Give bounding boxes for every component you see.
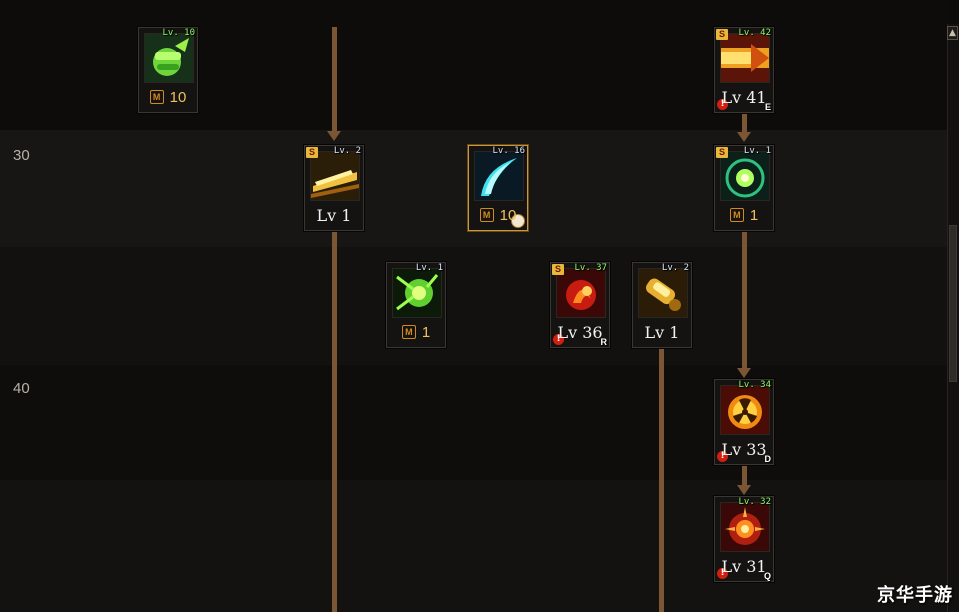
s-badge: S <box>552 264 564 275</box>
cyan-slash-icon <box>474 151 524 201</box>
scroll-up-arrow-icon[interactable]: ▲ <box>947 26 958 40</box>
skill-bottom-value: 1 <box>749 206 759 224</box>
orange-beam-icon <box>720 33 770 83</box>
m-icon: M <box>729 208 744 222</box>
skill-level-tag: Lv. 16 <box>492 146 525 156</box>
green-orb-icon <box>720 151 770 201</box>
skill-bottom-value: 10 <box>169 88 187 106</box>
skill-cost: M1 <box>715 202 773 228</box>
skill-slot[interactable]: Lv. 34 ! D Lv 33 <box>714 379 774 465</box>
skill-connector <box>659 349 664 612</box>
skill-cost: M 10 <box>469 202 527 228</box>
skill-bottom-value: 10 <box>499 206 517 224</box>
skill-cost: M1 <box>387 319 445 345</box>
skill-level-tag: Lv. 2 <box>661 263 689 273</box>
skill-cost: M 10 <box>139 84 197 110</box>
skill-slot[interactable]: S Lv. 42 ! E Lv 41 <box>714 27 774 113</box>
skill-bottom-value: 1 <box>421 323 431 341</box>
green-fist-icon <box>144 33 194 83</box>
row-band <box>0 480 948 612</box>
skill-bottom-value: Lv 1 <box>644 322 680 342</box>
row-band <box>0 365 948 480</box>
gold-blade-icon <box>310 151 360 201</box>
m-icon: M <box>401 325 416 339</box>
skill-slot[interactable]: Lv. 1 M1 <box>386 262 446 348</box>
skill-connector <box>742 466 747 486</box>
skill-bottom-value: Lv 33 <box>721 439 767 459</box>
radiation-icon <box>720 385 770 435</box>
red-flame-icon <box>556 268 606 318</box>
skill-level-tag: Lv. 42 <box>738 28 771 38</box>
connector-arrow <box>737 485 751 495</box>
s-badge: S <box>716 29 728 40</box>
skill-level-tag: Lv. 10 <box>162 28 195 38</box>
skill-slot[interactable]: S Lv. 37 ! R Lv 36 <box>550 262 610 348</box>
skill-slot[interactable]: Lv. 16 M 10 <box>468 145 528 231</box>
level-row-label-40: 40 <box>13 380 30 397</box>
skill-level-tag: Lv. 1 <box>743 146 771 156</box>
level-row-label-30: 30 <box>13 147 30 164</box>
skill-level-tag: Lv. 32 <box>738 497 771 507</box>
skill-connector <box>332 225 337 612</box>
s-badge: S <box>306 147 318 158</box>
skill-connector <box>742 113 747 134</box>
skill-slot[interactable]: Lv. 2 Lv 1 <box>632 262 692 348</box>
skill-bottom-value: Lv 36 <box>557 322 603 342</box>
skill-slot[interactable]: S Lv. 1 M1 <box>714 145 774 231</box>
skill-level-tag: Lv. 2 <box>333 146 361 156</box>
watermark: 京华手游 <box>877 585 953 606</box>
s-badge: S <box>716 147 728 158</box>
skill-slot[interactable]: Lv. 32 ! Q Lv 31 <box>714 496 774 582</box>
skill-bottom-value: Lv 31 <box>721 556 767 576</box>
skill-bottom-value: Lv 41 <box>721 87 767 107</box>
skill-connector <box>332 27 337 132</box>
skill-bottom-value: Lv 1 <box>316 205 352 225</box>
connector-arrow <box>737 368 751 378</box>
scrollbar-thumb[interactable] <box>949 225 957 382</box>
connector-arrow <box>737 132 751 142</box>
green-burst-icon <box>392 268 442 318</box>
skill-slot[interactable]: Lv. 10 M 10 <box>138 27 198 113</box>
skill-level-tag: Lv. 34 <box>738 380 771 390</box>
skill-slot[interactable]: S Lv. 2 Lv 1 <box>304 145 364 231</box>
sun-blast-icon <box>720 502 770 552</box>
skill-connector <box>742 231 747 369</box>
skill-level-tag: Lv. 37 <box>574 263 607 273</box>
m-icon: M <box>479 208 494 222</box>
skill-level-tag: Lv. 1 <box>415 263 443 273</box>
gold-cannon-icon <box>638 268 688 318</box>
m-icon: M <box>149 90 164 104</box>
connector-arrow <box>327 131 341 141</box>
row-band <box>0 247 948 365</box>
